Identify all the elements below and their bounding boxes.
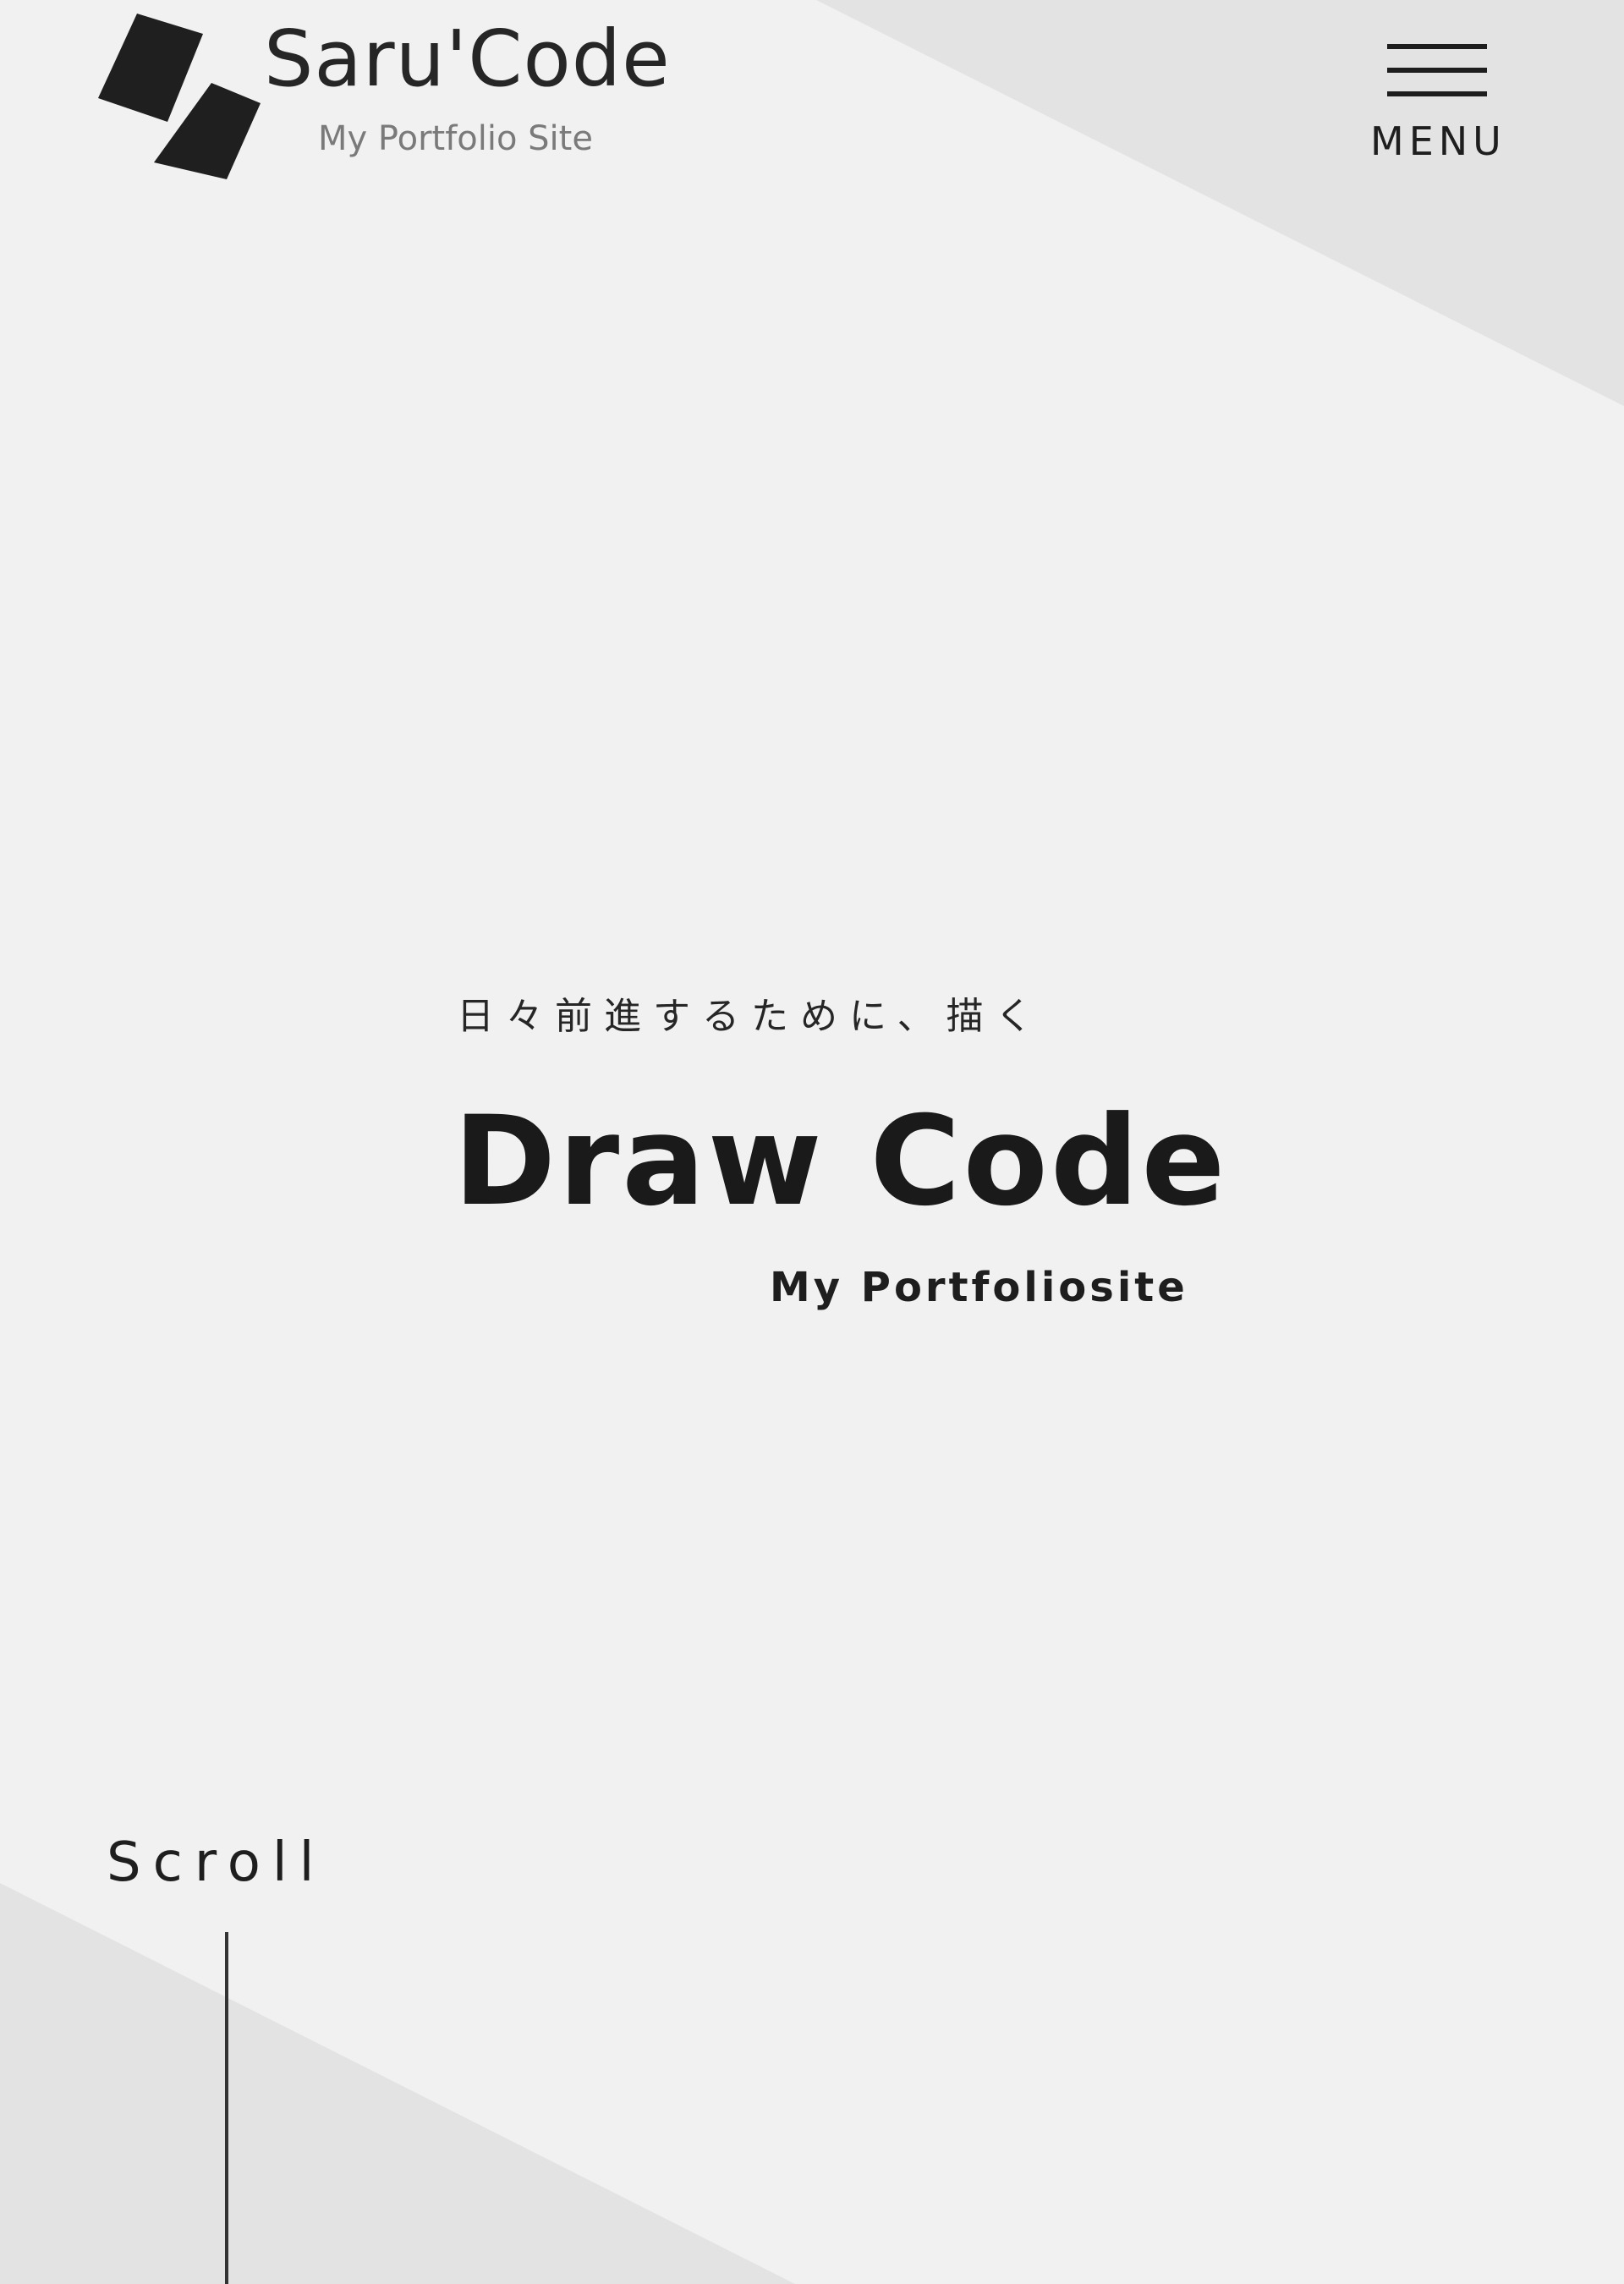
menu-label: MENU xyxy=(1370,118,1506,164)
scroll-line xyxy=(225,1932,228,2284)
logo-title: Saru'Code xyxy=(264,14,671,104)
scroll-label: Scroll xyxy=(107,1831,326,1894)
site-logo[interactable]: Saru'Code My Portfolio Site xyxy=(95,10,721,188)
hero-tagline: 日々前進するために、描く xyxy=(457,995,1045,1038)
logo-subtitle: My Portfolio Site xyxy=(318,119,593,158)
page: Saru'Code My Portfolio Site MENU 日々前進するた… xyxy=(0,0,1624,2284)
scroll-indicator[interactable]: Scroll xyxy=(107,1836,360,2284)
hero-title: Draw Code xyxy=(453,1090,1228,1233)
hero-subtitle: My Portfoliosite xyxy=(770,1264,1188,1311)
menu-button[interactable]: MENU xyxy=(1362,41,1514,176)
hamburger-icon xyxy=(1387,44,1487,98)
logo-mark-icon xyxy=(98,14,261,179)
